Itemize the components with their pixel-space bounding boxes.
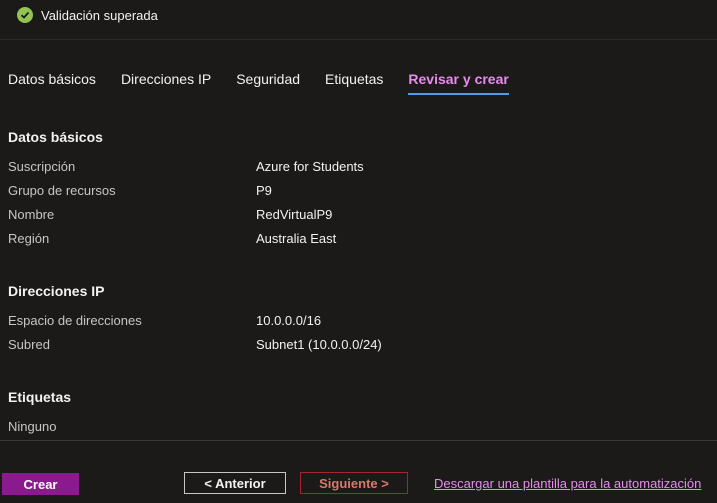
tab-tags[interactable]: Etiquetas	[325, 70, 383, 96]
summary-row-subscription: Suscripción Azure for Students	[8, 159, 708, 177]
summary-row-resource-group: Grupo de recursos P9	[8, 183, 708, 201]
row-value: Azure for Students	[256, 159, 364, 174]
row-label: Región	[8, 231, 50, 246]
row-value: 10.0.0.0/16	[256, 313, 322, 328]
section-title-basics: Datos básicos	[8, 129, 103, 145]
download-template-link[interactable]: Descargar una plantilla para la automati…	[434, 476, 701, 491]
tags-none-text: Ninguno	[8, 419, 57, 434]
summary-row-region: Región Australia East	[8, 231, 708, 249]
section-title-ip-addresses: Direcciones IP	[8, 283, 105, 299]
row-value: P9	[256, 183, 272, 198]
row-value: RedVirtualP9	[256, 207, 333, 222]
footer-divider	[0, 440, 717, 441]
row-label: Suscripción	[8, 159, 76, 174]
summary-row-address-space: Espacio de direcciones 10.0.0.0/16	[8, 313, 708, 331]
row-value: Subnet1 (10.0.0.0/24)	[256, 337, 382, 352]
wizard-tabs: Datos básicos Direcciones IP Seguridad E…	[8, 70, 534, 98]
row-value: Australia East	[256, 231, 337, 246]
tab-ip-addresses[interactable]: Direcciones IP	[121, 70, 211, 96]
row-label: Espacio de direcciones	[8, 313, 142, 328]
row-label: Grupo de recursos	[8, 183, 116, 198]
create-button[interactable]: Crear	[2, 473, 79, 495]
tab-security[interactable]: Seguridad	[236, 70, 300, 96]
summary-row-subnet: Subred Subnet1 (10.0.0.0/24)	[8, 337, 708, 355]
next-button[interactable]: Siguiente >	[300, 472, 408, 494]
checkmark-circle-icon	[17, 7, 33, 23]
row-label: Subred	[8, 337, 50, 352]
validation-status-text: Validación superada	[41, 8, 158, 23]
validation-banner: Validación superada	[0, 0, 717, 40]
row-label: Nombre	[8, 207, 55, 222]
section-title-tags: Etiquetas	[8, 389, 72, 405]
tab-review-create[interactable]: Revisar y crear	[408, 70, 510, 96]
summary-row-name: Nombre RedVirtualP9	[8, 207, 708, 225]
tab-basics[interactable]: Datos básicos	[8, 70, 96, 96]
previous-button[interactable]: < Anterior	[184, 472, 286, 494]
